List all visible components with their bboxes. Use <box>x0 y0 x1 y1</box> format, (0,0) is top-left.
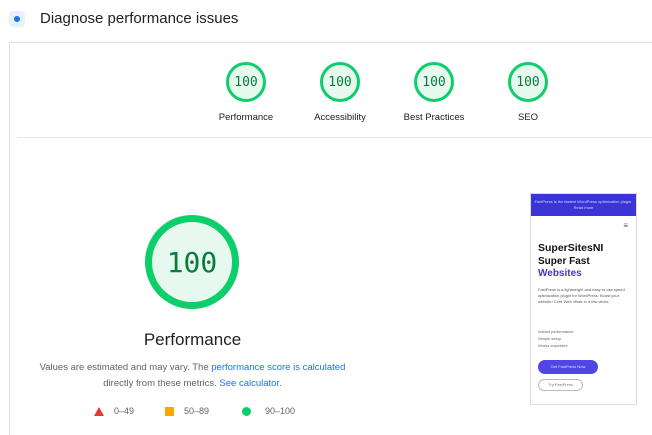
divider <box>17 137 652 138</box>
section-title: Diagnose performance issues <box>40 10 239 27</box>
desc-text: directly from these metrics. <box>103 378 220 389</box>
legend-average: 50–89 <box>165 406 209 416</box>
calculator-link[interactable]: See calculator. <box>219 378 281 389</box>
section-header: Diagnose performance issues <box>0 0 652 40</box>
preview-banner: FastPress is the fastest WordPress optim… <box>531 194 636 216</box>
preview-headline-accent: Websites <box>538 268 582 279</box>
triangle-icon <box>94 406 104 416</box>
gauge-performance[interactable]: 100 Performance <box>196 62 296 123</box>
score-ring: 100 <box>226 62 266 102</box>
legend-range: 50–89 <box>184 406 210 416</box>
gauge-accessibility[interactable]: 100 Accessibility <box>290 62 390 123</box>
performance-score-gauge: 100 <box>145 215 239 309</box>
legend-range: 90–100 <box>265 406 296 416</box>
legend-pass: 90–100 <box>242 406 295 416</box>
preview-cta-button: Get FastPress Now <box>538 360 598 374</box>
list-item: Works anywhere <box>538 343 568 348</box>
legend-fail: 0–49 <box>94 406 134 416</box>
preview-body: FastPress is a lightweight and easy to u… <box>538 287 625 304</box>
preview-headline: Super Fast <box>538 256 590 267</box>
gauge-label: Performance <box>218 112 274 123</box>
score-ring: 100 <box>414 62 454 102</box>
circle-icon <box>242 406 251 416</box>
menu-icon: ≡ <box>623 221 628 230</box>
desc-text: Values are estimated and may vary. The <box>39 362 212 373</box>
page-screenshot-preview[interactable]: FastPress is the fastest WordPress optim… <box>530 193 637 405</box>
list-item: Simple setup <box>538 336 562 341</box>
score-ring: 100 <box>320 62 360 102</box>
preview-secondary-button: Try FastPress <box>538 379 583 391</box>
gauge-label: Accessibility <box>314 112 366 123</box>
score-ring: 100 <box>508 62 548 102</box>
gauge-label: SEO <box>517 112 539 123</box>
gauge-label: Best Practices <box>403 112 465 123</box>
performance-title: Performance <box>143 330 242 349</box>
performance-score-link[interactable]: performance score is calculated <box>211 362 345 373</box>
preview-brand: SuperSitesNI <box>538 242 604 254</box>
list-item: Instant performance <box>538 329 574 334</box>
diagnose-icon <box>9 11 25 27</box>
score-description: Values are estimated and may vary. The p… <box>30 360 355 392</box>
gauge-best-practices[interactable]: 100 Best Practices <box>384 62 484 123</box>
preview-list: Instant performance Simple setup Works a… <box>538 328 574 349</box>
square-icon <box>165 406 174 416</box>
legend-range: 0–49 <box>114 406 135 416</box>
gauge-seo[interactable]: 100 SEO <box>478 62 578 123</box>
